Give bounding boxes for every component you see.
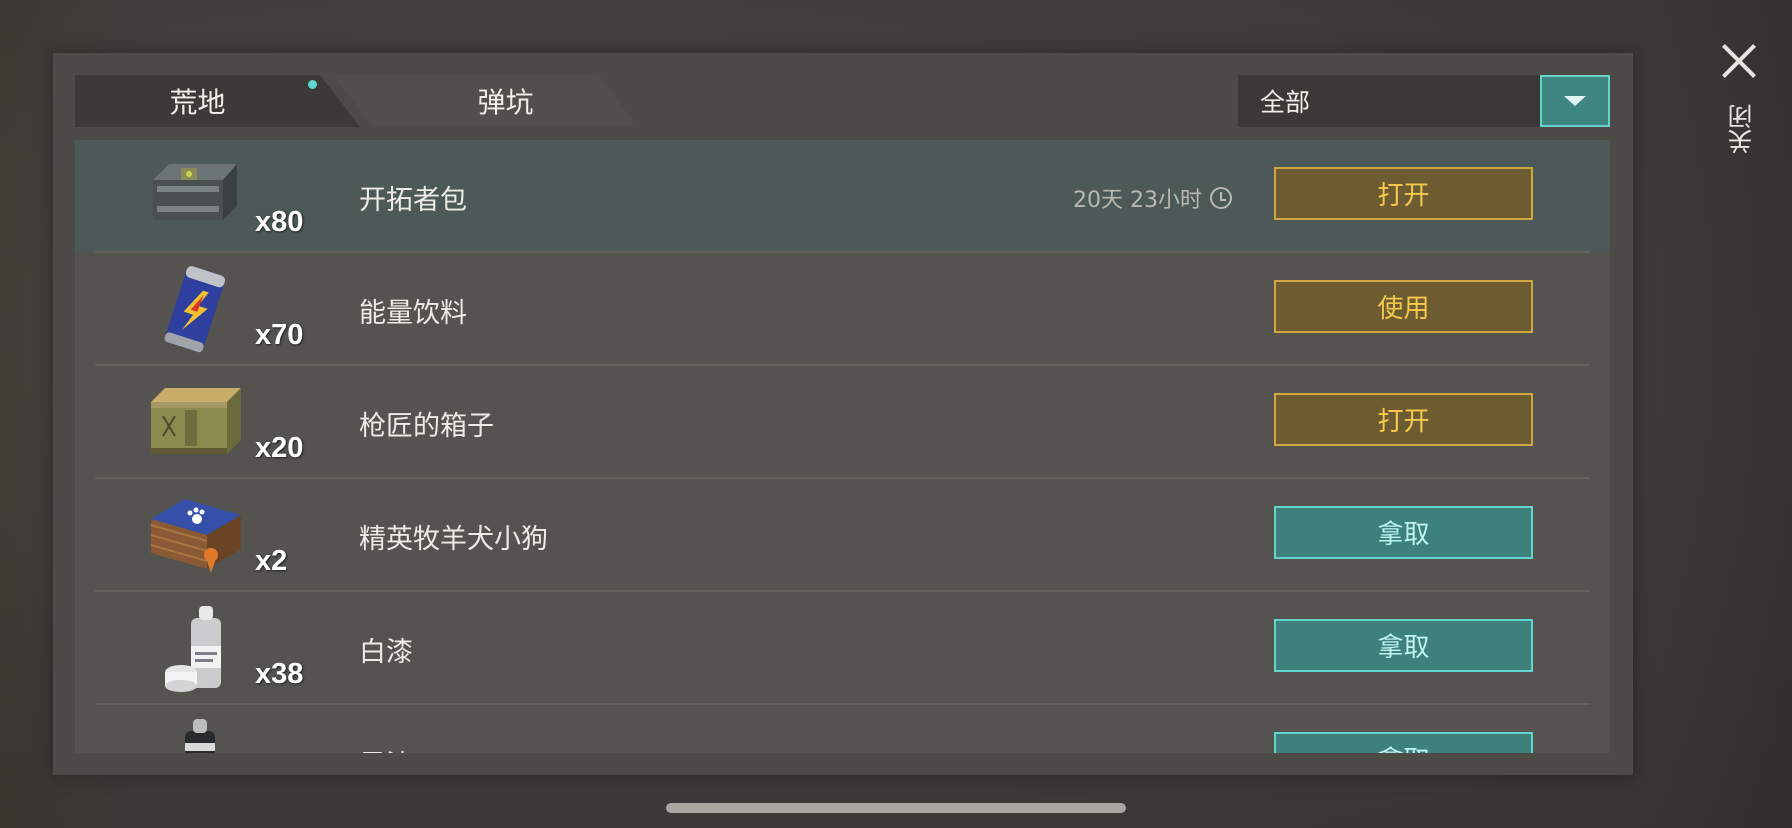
take-button[interactable]: 拿取 [1274, 619, 1533, 672]
close-button[interactable]: 关闭 [1710, 36, 1770, 166]
list-item: x80 开拓者包 20天 23小时 打开 [75, 140, 1610, 253]
button-label: 拿取 [1377, 633, 1430, 663]
button-label: 使用 [1377, 294, 1430, 324]
item-list[interactable]: x80 开拓者包 20天 23小时 打开 x70 能量饮料 使用 x20 枪匠的… [75, 140, 1610, 753]
filter-dropdown[interactable]: 全部 [1238, 75, 1610, 127]
item-quantity: x80 [255, 206, 304, 238]
dog-box-icon [150, 499, 241, 573]
item-quantity: x20 [255, 432, 304, 464]
tab-wasteland[interactable]: 荒地 [75, 75, 360, 127]
tab-crater[interactable]: 弹坑 [333, 75, 638, 127]
timer-text: 20天 23小时 [1073, 188, 1202, 213]
item-timer: 20天 23小时 [1073, 182, 1232, 214]
item-name: 枪匠的箱子 [359, 411, 494, 442]
wooden-crate-icon [151, 388, 241, 454]
item-name: 能量饮料 [359, 298, 467, 329]
open-button[interactable]: 打开 [1274, 393, 1533, 446]
item-name: 开拓者包 [359, 185, 467, 216]
list-item: x38 白漆 拿取 [75, 592, 1610, 705]
item-quantity: x38 [255, 658, 304, 690]
button-label: 拿取 [1377, 740, 1429, 753]
button-label: 打开 [1377, 407, 1430, 437]
item-name: 白漆 [359, 637, 413, 668]
take-button[interactable]: 拿取 [1274, 732, 1533, 753]
item-quantity: x2 [255, 545, 288, 577]
black-paint-can-icon [185, 719, 215, 753]
dropdown-triangle-icon [1564, 96, 1586, 106]
filter-selected-value: 全部 [1260, 88, 1311, 117]
close-label: 关闭 [1727, 104, 1756, 154]
button-label: 打开 [1377, 181, 1430, 211]
metal-crate-icon [153, 164, 237, 220]
close-x-icon [1720, 42, 1758, 80]
item-quantity: x70 [255, 319, 304, 351]
list-item: x20 枪匠的箱子 打开 [75, 366, 1610, 479]
dropdown-button[interactable] [1540, 75, 1610, 127]
button-label: 拿取 [1377, 520, 1430, 550]
energy-drink-can-icon [164, 266, 226, 353]
notification-dot [308, 80, 317, 89]
item-name: 精英牧羊犬小狗 [359, 524, 548, 555]
home-indicator[interactable] [666, 803, 1126, 813]
item-name: 黑漆 [359, 743, 413, 753]
tab-label: 弹坑 [477, 86, 534, 119]
use-button[interactable]: 使用 [1274, 280, 1533, 333]
open-button[interactable]: 打开 [1274, 167, 1533, 220]
list-item: x2 精英牧羊犬小狗 拿取 [75, 479, 1610, 592]
list-item: x70 能量饮料 使用 [75, 253, 1610, 366]
list-item: 黑漆 拿取 [75, 705, 1610, 753]
tab-label: 荒地 [169, 86, 226, 119]
clock-icon [1209, 187, 1232, 209]
white-paint-can-icon [165, 606, 221, 692]
take-button[interactable]: 拿取 [1274, 506, 1533, 559]
